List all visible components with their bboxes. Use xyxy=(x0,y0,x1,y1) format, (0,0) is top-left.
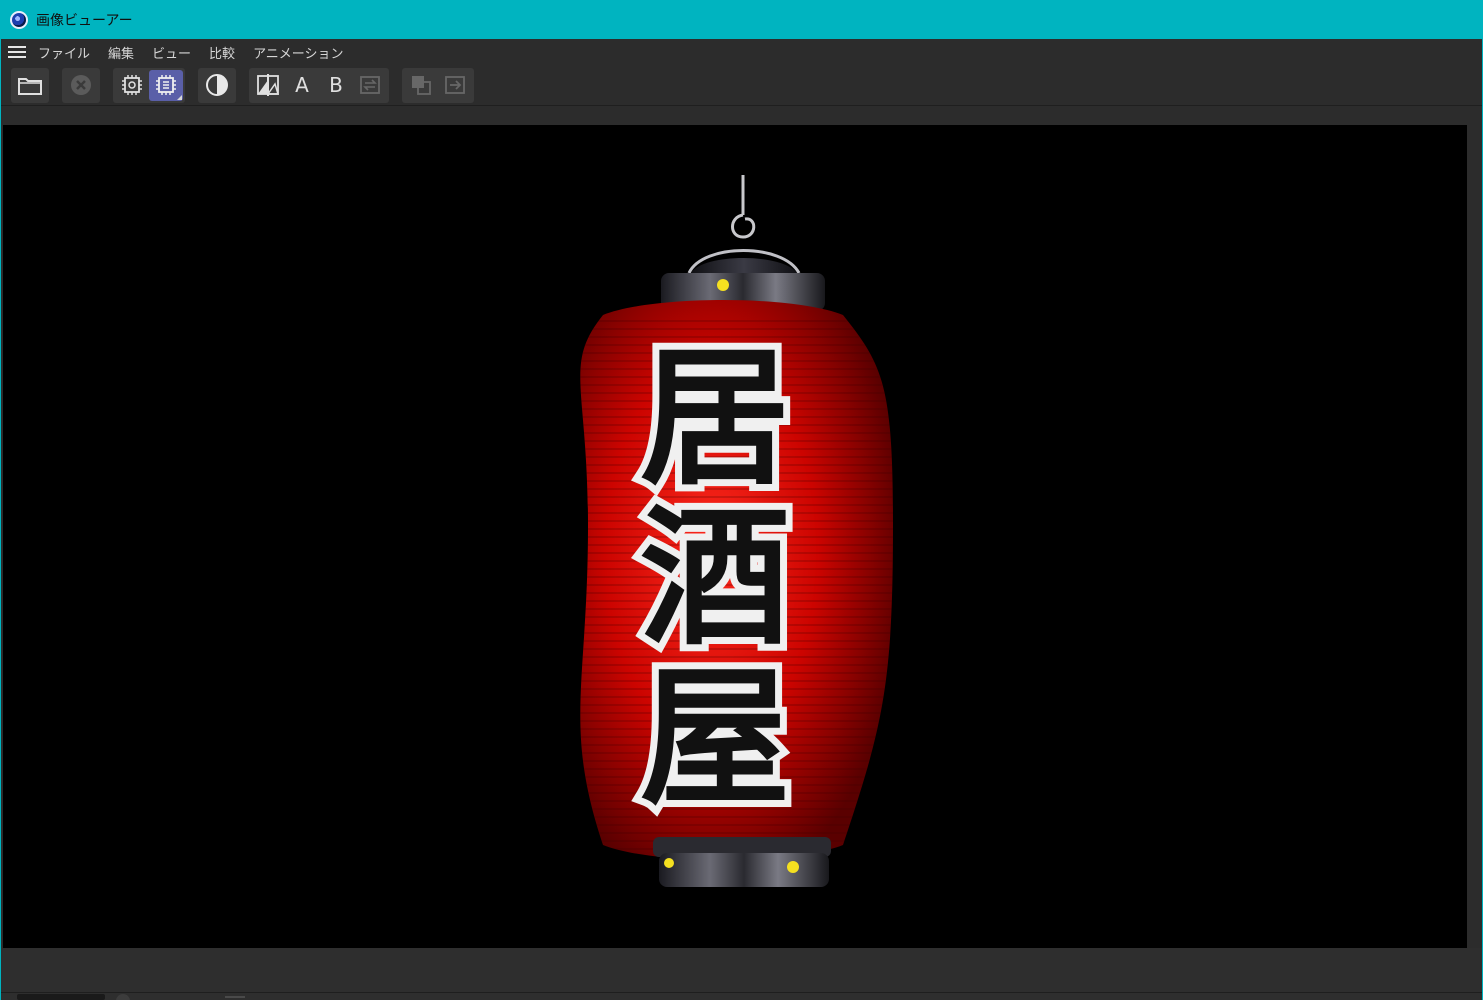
menu-view[interactable]: ビュー xyxy=(152,43,191,62)
folder-icon xyxy=(18,78,42,95)
menu-edit[interactable]: 編集 xyxy=(108,43,134,62)
rendered-image: 居 酒 屋 xyxy=(580,175,893,887)
swap-icon xyxy=(360,76,380,94)
slot-b-button[interactable]: B xyxy=(319,70,353,101)
slot-b-label: B xyxy=(329,73,343,97)
overlay-button[interactable] xyxy=(404,70,438,101)
toolbar-divider xyxy=(1,105,1482,106)
slot-a-label: A xyxy=(295,73,309,97)
title-bar: 画像ビューアー xyxy=(0,0,1483,39)
status-tab[interactable] xyxy=(17,994,105,1000)
toolbar-group-display xyxy=(198,67,236,103)
export-button[interactable] xyxy=(438,70,472,101)
image-viewport[interactable]: 居 酒 屋 xyxy=(3,125,1467,948)
toolbar-group-close xyxy=(62,67,100,103)
split-compare-button[interactable] xyxy=(251,70,285,101)
menu-file[interactable]: ファイル xyxy=(38,43,90,62)
status-bar xyxy=(1,948,1482,1000)
status-divider xyxy=(1,992,1482,993)
toolbar-group-file xyxy=(11,67,49,103)
close-circle-icon xyxy=(71,75,91,95)
lantern-bottom-band xyxy=(659,853,829,887)
overlay-icon xyxy=(412,76,431,95)
lantern-bottom-rivet-right xyxy=(787,861,799,873)
lantern-lettering: 居 酒 屋 xyxy=(633,323,797,833)
render-settings-button[interactable] xyxy=(115,70,149,101)
slot-a-button[interactable]: A xyxy=(285,70,319,101)
swap-button[interactable] xyxy=(353,70,387,101)
cpu-chip-icon xyxy=(156,75,176,95)
lantern-char-2: 酒 xyxy=(640,490,790,666)
menu-bar: ファイル 編集 ビュー 比較 アニメーション xyxy=(1,39,1482,65)
viewer-window: ファイル 編集 ビュー 比較 アニメーション A B 居 酒 屋 xyxy=(0,39,1483,1000)
menu-compare[interactable]: 比較 xyxy=(209,43,235,62)
contrast-button[interactable] xyxy=(200,70,234,101)
status-indicator xyxy=(116,994,130,1000)
split-compare-icon xyxy=(257,74,280,96)
dropdown-corner-icon xyxy=(177,94,182,100)
hamburger-menu-icon[interactable] xyxy=(8,45,26,59)
render-mode-button[interactable] xyxy=(149,69,183,101)
lantern-hook xyxy=(731,175,756,239)
lantern-top-rivet xyxy=(717,279,729,291)
lantern-bottom-rivet-left xyxy=(664,858,674,868)
window-title: 画像ビューアー xyxy=(36,12,133,29)
lantern-top-cap xyxy=(691,258,797,273)
menu-animation[interactable]: アニメーション xyxy=(253,43,343,62)
open-button[interactable] xyxy=(13,70,47,101)
status-tick xyxy=(225,996,245,998)
close-image-button[interactable] xyxy=(64,70,98,101)
export-icon xyxy=(445,76,465,94)
app-icon xyxy=(10,10,28,29)
toolbar: A B xyxy=(1,65,1482,105)
lantern-char-3: 屋 xyxy=(640,650,790,826)
cpu-gear-icon xyxy=(122,75,142,95)
lantern-char-1: 居 xyxy=(640,330,790,506)
toolbar-group-render xyxy=(113,67,185,103)
toolbar-group-overlay xyxy=(402,67,474,103)
half-circle-icon xyxy=(206,74,228,96)
toolbar-group-compare: A B xyxy=(249,67,389,103)
